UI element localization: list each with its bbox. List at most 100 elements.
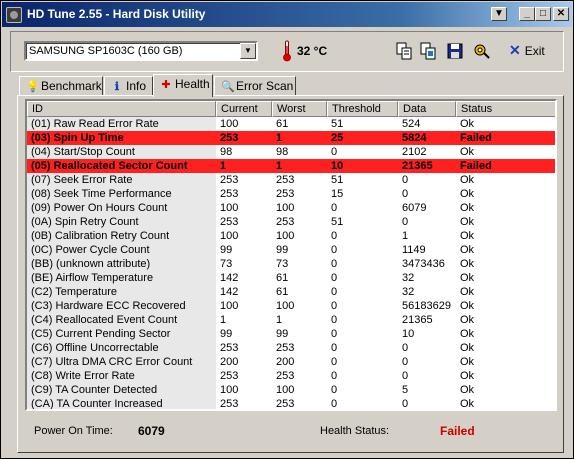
tab-health[interactable]: ✚ Health — [153, 74, 213, 97]
cell-worst: 73 — [276, 258, 289, 270]
cell-id: (05) Reallocated Sector Count — [31, 160, 188, 172]
copy-screenshot-icon[interactable] — [419, 42, 437, 60]
exit-label: Exit — [524, 44, 545, 58]
table-row[interactable]: (05) Reallocated Sector Count 1 1 10 21365 Fa… — [27, 159, 555, 173]
table-row[interactable]: (C3) Hardware ECC Recovered 100 100 0 561836… — [27, 299, 555, 313]
tab-info[interactable]: ℹ Info — [104, 76, 153, 96]
cell-current: 100 — [220, 118, 239, 130]
close-button[interactable]: ✕ — [553, 7, 569, 21]
app-window: HD Tune 2.55 - Hard Disk Utility ▼ _ □ ✕… — [0, 0, 574, 459]
cell-id: (09) Power On Hours Count — [27, 201, 216, 215]
smart-table[interactable]: ID Current Worst Threshold Data Status (… — [25, 99, 557, 411]
cell-id: (04) Start/Stop Count — [27, 145, 216, 159]
cell-current: 253 — [220, 174, 239, 186]
table-row[interactable]: (C4) Reallocated Event Count 1 1 0 21365 Ok — [27, 313, 555, 327]
cell-threshold: 0 — [331, 370, 338, 382]
health-status-label: Health Status: — [320, 425, 390, 437]
table-row[interactable]: (0B) Calibration Retry Count 100 100 0 1 Ok — [27, 229, 555, 243]
cell-id: (C8) Write Error Rate — [27, 369, 216, 383]
cell-status: Ok — [460, 174, 475, 186]
exit-icon: ✕ — [509, 42, 521, 58]
app-disk-icon — [6, 7, 22, 23]
table-row[interactable]: (09) Power On Hours Count 100 100 0 6079 Ok — [27, 201, 555, 215]
cell-worst: 61 — [276, 118, 289, 130]
column-header-status[interactable]: Status — [456, 101, 555, 117]
cell-threshold: 0 — [331, 258, 338, 270]
table-row[interactable]: (01) Raw Read Error Rate 100 61 51 524 Ok — [27, 117, 555, 131]
table-row[interactable]: (C5) Current Pending Sector 99 99 0 10 Ok — [27, 327, 555, 341]
title-bar[interactable]: HD Tune 2.55 - Hard Disk Utility ▼ _ □ ✕ — [2, 2, 572, 27]
cell-worst: 100 — [276, 202, 295, 214]
column-header-id[interactable]: ID — [27, 101, 216, 117]
cell-worst: 253 — [276, 370, 295, 382]
save-icon[interactable] — [446, 42, 464, 60]
table-row[interactable]: (0C) Power Cycle Count 99 99 0 1149 Ok — [27, 243, 555, 257]
options-icon[interactable] — [473, 42, 491, 60]
tab-error-scan[interactable]: 🔍Error Scan — [214, 76, 296, 96]
cell-threshold: 10 — [331, 160, 344, 172]
table-row[interactable]: (04) Start/Stop Count 98 98 0 2102 Ok — [27, 145, 555, 159]
cell-data: 21365 — [402, 160, 433, 172]
cell-current: 73 — [220, 258, 233, 270]
cell-data: 2102 — [402, 146, 427, 158]
table-row[interactable]: (BE) Airflow Temperature 142 61 0 32 Ok — [27, 271, 555, 285]
cell-current: 253 — [220, 132, 239, 144]
table-row[interactable]: (03) Spin Up Time 253 1 25 5824 Failed — [27, 131, 555, 145]
table-row[interactable]: (C9) TA Counter Detected 100 100 0 5 Ok — [27, 383, 555, 397]
minimize-button[interactable]: _ — [519, 7, 535, 21]
drive-select[interactable]: SAMSUNG SP1603C (160 GB) ▼ — [24, 41, 258, 61]
power-on-label: Power On Time: — [34, 425, 113, 437]
column-header-current[interactable]: Current — [216, 101, 272, 117]
cell-id: (07) Seek Error Rate — [27, 173, 216, 187]
cell-current: 99 — [220, 328, 233, 340]
cell-worst: 61 — [276, 272, 289, 284]
table-row[interactable]: (CA) TA Counter Increased 253 253 0 0 Ok — [27, 397, 555, 409]
health-icon: ✚ — [161, 79, 171, 91]
cell-status: Ok — [460, 384, 475, 396]
table-row[interactable]: (BB) (unknown attribute) 73 73 0 3473436 Ok — [27, 257, 555, 271]
maximize-button[interactable]: □ — [535, 7, 551, 21]
cell-threshold: 51 — [331, 174, 344, 186]
cell-data: 0 — [402, 356, 409, 368]
cell-data: 0 — [402, 370, 409, 382]
table-row[interactable]: (07) Seek Error Rate 253 253 51 0 Ok — [27, 173, 555, 187]
table-row[interactable]: (08) Seek Time Performance 253 253 15 0 Ok — [27, 187, 555, 201]
cell-id: (CA) TA Counter Increased — [27, 397, 216, 409]
cell-data: 32 — [402, 272, 415, 284]
column-header-data[interactable]: Data — [398, 101, 456, 117]
table-row[interactable]: (C6) Offline Uncorrectable 253 253 0 0 Ok — [27, 341, 555, 355]
table-header: ID Current Worst Threshold Data Status — [27, 101, 555, 117]
title-menu-button[interactable]: ▼ — [491, 7, 507, 21]
temperature-readout: 32 °C — [297, 44, 328, 58]
cell-current: 100 — [220, 384, 239, 396]
exit-button[interactable]: ✕ Exit — [509, 42, 545, 59]
table-row[interactable]: (C7) Ultra DMA CRC Error Count 200 200 0 0 Ok — [27, 355, 555, 369]
table-row[interactable]: (0A) Spin Retry Count 253 253 51 0 Ok — [27, 215, 555, 229]
tab-benchmark[interactable]: 💡Benchmark — [19, 76, 103, 96]
chevron-down-icon[interactable]: ▼ — [240, 43, 256, 59]
column-header-worst[interactable]: Worst — [272, 101, 327, 117]
table-row[interactable]: (C2) Temperature 142 61 0 32 Ok — [27, 285, 555, 299]
cell-threshold: 0 — [331, 356, 338, 368]
copy-info-icon[interactable] — [395, 42, 413, 60]
column-header-threshold[interactable]: Threshold — [327, 101, 398, 117]
cell-worst: 99 — [276, 244, 289, 256]
info-icon: ℹ — [114, 81, 120, 93]
cell-threshold: 0 — [331, 342, 338, 354]
cell-current: 253 — [220, 342, 239, 354]
cell-status: Ok — [460, 216, 475, 228]
cell-data: 0 — [402, 174, 409, 186]
cell-status: Ok — [460, 118, 475, 130]
window-title: HD Tune 2.55 - Hard Disk Utility — [27, 7, 206, 21]
cell-status: Ok — [460, 244, 475, 256]
cell-current: 142 — [220, 272, 239, 284]
cell-status: Ok — [460, 230, 475, 242]
cell-status: Ok — [460, 272, 475, 284]
cell-threshold: 51 — [331, 216, 344, 228]
cell-status: Ok — [460, 370, 475, 382]
cell-data: 0 — [402, 188, 409, 200]
table-row[interactable]: (C8) Write Error Rate 253 253 0 0 Ok — [27, 369, 555, 383]
cell-data: 524 — [402, 118, 421, 130]
cell-data: 5 — [402, 384, 409, 396]
cell-id: (0A) Spin Retry Count — [27, 215, 216, 229]
